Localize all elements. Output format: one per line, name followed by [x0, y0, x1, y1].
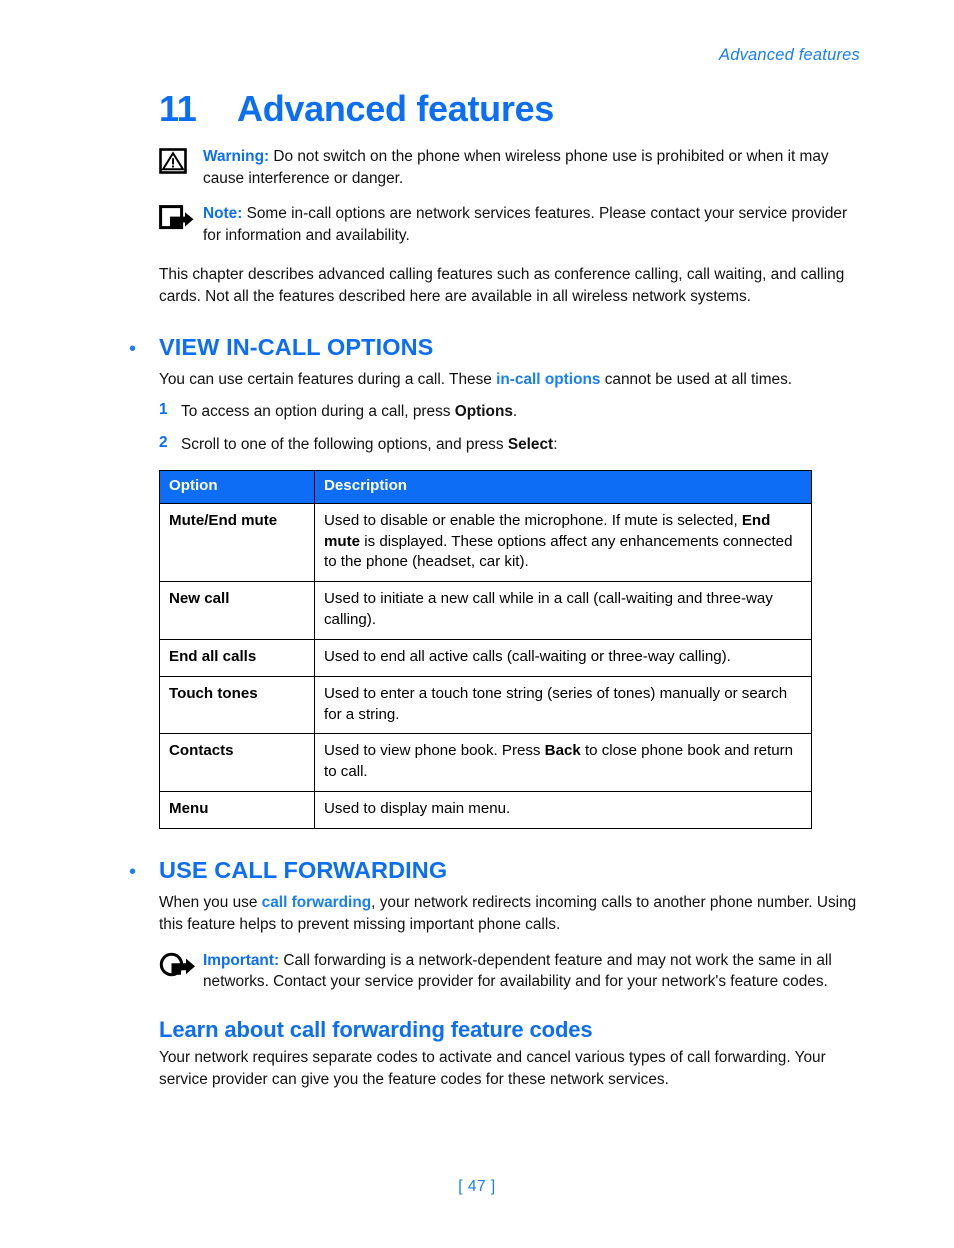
important-text: Call forwarding is a network-dependent f…	[203, 951, 832, 991]
desc-part: Used to initiate a new call while in a c…	[324, 590, 773, 629]
in-call-intro-before: You can use certain features during a ca…	[159, 371, 497, 388]
step-key-select: Select	[507, 436, 554, 454]
section-heading-view-in-call-options: • VIEW IN-CALL OPTIONS	[124, 334, 859, 361]
warning-notice: Warning: Do not switch on the phone when…	[159, 146, 859, 189]
table-column-header-description: Description	[314, 470, 812, 504]
chapter-title-text: Advanced features	[237, 88, 555, 129]
step-text-before: To access an option during a call, press	[181, 402, 455, 420]
table-row: Contacts Used to view phone book. Press …	[159, 733, 812, 793]
step-text: To access an option during a call, press…	[181, 401, 517, 423]
list-item: 1 To access an option during a call, pre…	[159, 401, 859, 423]
warning-notice-body: Warning: Do not switch on the phone when…	[203, 146, 859, 189]
step-text-after: .	[512, 402, 518, 420]
step-text-before: Scroll to one of the following options, …	[181, 436, 508, 454]
desc-part: is displayed. These options affect any e…	[324, 532, 793, 571]
step-number: 1	[159, 400, 168, 418]
section-bullet-icon: •	[129, 860, 137, 883]
table-cell-description: Used to disable or enable the microphone…	[314, 502, 812, 583]
table-cell-option: Touch tones	[159, 675, 315, 735]
important-circle-arrow-icon	[159, 950, 203, 978]
desc-part-bold: Back	[544, 742, 581, 760]
table-row: Menu Used to display main menu.	[159, 791, 812, 829]
warning-triangle-icon	[159, 146, 203, 174]
in-call-steps-list: 1 To access an option during a call, pre…	[159, 401, 859, 456]
warning-label: Warning:	[203, 148, 270, 165]
table-body: Mute/End mute Used to disable or enable …	[159, 502, 812, 829]
desc-part: Used to end all active calls (call-waiti…	[324, 647, 731, 665]
step-text-after: :	[553, 436, 558, 454]
desc-part: Used to display main menu.	[324, 800, 511, 818]
table-row: New call Used to initiate a new call whi…	[159, 581, 812, 640]
note-arrow-icon	[159, 203, 203, 231]
warning-text: Do not switch on the phone when wireless…	[203, 148, 829, 187]
section-title-view-in-call-options: VIEW IN-CALL OPTIONS	[159, 334, 434, 360]
in-call-options-emphasis: in-call options	[496, 371, 601, 388]
desc-part: Used to disable or enable the microphone…	[324, 511, 742, 529]
step-number: 2	[159, 434, 168, 452]
note-notice-body: Note: Some in-call options are network s…	[203, 203, 859, 246]
table-cell-description: Used to display main menu.	[314, 791, 812, 829]
section-heading-use-call-forwarding: • USE CALL FORWARDING	[124, 857, 859, 884]
note-notice: Note: Some in-call options are network s…	[159, 203, 859, 246]
table-row: End all calls Used to end all active cal…	[159, 638, 812, 677]
note-text: Some in-call options are network service…	[203, 205, 848, 244]
table-cell-option: Contacts	[159, 733, 315, 793]
table-header-row: Option Description	[159, 470, 812, 504]
table-column-header-option: Option	[159, 470, 315, 504]
subsection-title-learn-feature-codes: Learn about call forwarding feature code…	[159, 1016, 593, 1042]
step-text: Scroll to one of the following options, …	[181, 434, 557, 456]
running-header: Advanced features	[719, 46, 860, 64]
table-row: Mute/End mute Used to disable or enable …	[159, 502, 812, 583]
page-number-footer: [ 47 ]	[458, 1178, 496, 1195]
in-call-intro-after: cannot be used at all times.	[600, 371, 793, 388]
step-key-options: Options	[454, 402, 513, 420]
table-cell-option: Mute/End mute	[159, 502, 315, 583]
table-cell-description: Used to view phone book. Press Back to c…	[314, 733, 812, 793]
content-column: Warning: Do not switch on the phone when…	[129, 146, 859, 1097]
table-cell-option: Menu	[159, 791, 315, 829]
note-label: Note:	[203, 205, 243, 223]
in-call-intro-paragraph: You can use certain features during a ca…	[159, 369, 859, 391]
call-forwarding-emphasis: call forwarding	[261, 893, 372, 911]
document-page: Advanced features 11 Advanced features Wa…	[0, 0, 954, 1248]
page-title: 11 Advanced features	[159, 88, 554, 130]
section-bullet-icon: •	[129, 338, 137, 360]
chapter-number: 11	[159, 88, 197, 129]
table-cell-option: New call	[159, 581, 315, 640]
section-title-use-call-forwarding: USE CALL FORWARDING	[159, 856, 448, 883]
forwarding-intro-before: When you use	[159, 893, 262, 911]
table-cell-description: Used to enter a touch tone string (serie…	[314, 675, 812, 735]
important-notice-body: Important: Call forwarding is a network-…	[203, 950, 859, 993]
table-cell-option: End all calls	[159, 638, 315, 677]
call-forwarding-intro-paragraph: When you use call forwarding, your netwo…	[159, 892, 859, 936]
important-label: Important:	[203, 951, 280, 969]
table-cell-description: Used to initiate a new call while in a c…	[314, 581, 812, 640]
in-call-options-table: Option Description Mute/End mute Used to…	[159, 470, 812, 829]
important-notice: Important: Call forwarding is a network-…	[159, 950, 859, 993]
list-item: 2 Scroll to one of the following options…	[159, 434, 859, 456]
table-cell-description: Used to end all active calls (call-waiti…	[314, 638, 812, 677]
intro-paragraph: This chapter describes advanced calling …	[159, 266, 845, 306]
table-row: Touch tones Used to enter a touch tone s…	[159, 675, 812, 735]
subsection-paragraph: Your network requires separate codes to …	[159, 1048, 826, 1088]
desc-part: Used to view phone book. Press	[324, 742, 545, 760]
desc-part: Used to enter a touch tone string (serie…	[324, 684, 788, 723]
